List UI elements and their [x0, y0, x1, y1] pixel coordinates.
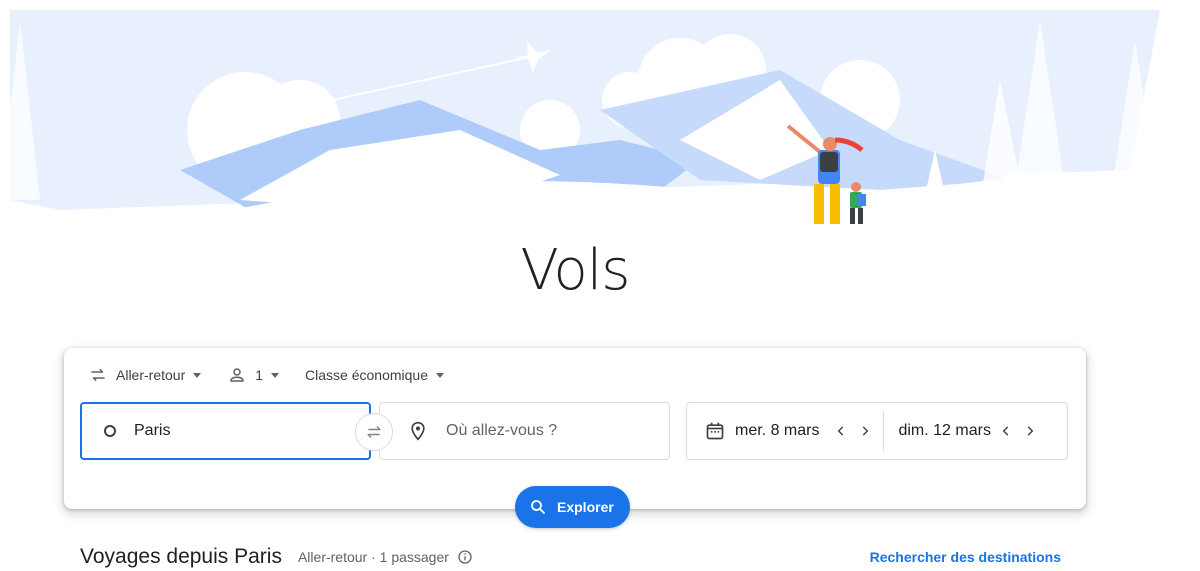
- chevron-down-icon: [193, 372, 202, 378]
- trip-options-row: Aller-retour 1 Classe économique: [88, 364, 470, 386]
- chevron-left-icon[interactable]: [994, 419, 1018, 443]
- cabin-class-dropdown[interactable]: Classe économique: [305, 367, 445, 383]
- hero-illustration: [0, 0, 1200, 250]
- dates-field: mer. 8 mars dim. 12 mars: [686, 402, 1068, 460]
- location-pin-icon: [408, 421, 428, 441]
- chevron-down-icon: [271, 372, 280, 378]
- origin-input[interactable]: [134, 422, 334, 440]
- passengers-count: 1: [255, 367, 264, 383]
- info-icon[interactable]: [457, 549, 473, 565]
- departure-date[interactable]: mer. 8 mars: [735, 422, 819, 440]
- trip-type-dropdown[interactable]: Aller-retour: [88, 365, 202, 385]
- calendar-icon: [705, 421, 725, 441]
- circle-origin-icon: [104, 425, 116, 437]
- trips-section-header: Voyages depuis Paris Aller-retour · 1 pa…: [80, 544, 1061, 570]
- flight-search-card: Aller-retour 1 Classe économique Paris O…: [64, 348, 1086, 528]
- trips-title: Voyages depuis Paris: [80, 545, 282, 568]
- swap-button[interactable]: [355, 413, 393, 451]
- person-icon: [227, 365, 247, 385]
- swap-icon: [364, 422, 384, 442]
- origin-field[interactable]: [80, 402, 371, 460]
- cabin-class-label: Classe économique: [305, 367, 429, 383]
- trip-type-label: Aller-retour: [116, 367, 186, 383]
- chevron-right-icon[interactable]: [853, 419, 877, 443]
- date-divider: [883, 411, 885, 451]
- chevron-right-icon[interactable]: [1018, 419, 1042, 443]
- search-destinations-link[interactable]: Rechercher des destinations: [870, 549, 1061, 565]
- chevron-left-icon[interactable]: [829, 419, 853, 443]
- page-title: Vols: [520, 238, 631, 303]
- destination-input[interactable]: [446, 422, 646, 440]
- explore-button[interactable]: Explorer: [515, 486, 630, 528]
- return-date[interactable]: dim. 12 mars: [898, 422, 994, 440]
- swap-arrows-icon: [88, 365, 108, 385]
- search-icon: [529, 498, 547, 516]
- trips-meta: Aller-retour · 1 passager: [298, 549, 473, 565]
- trips-meta-text: Aller-retour · 1 passager: [297, 549, 449, 565]
- passengers-dropdown[interactable]: 1: [227, 365, 280, 385]
- chevron-down-icon: [436, 372, 445, 378]
- explore-label: Explorer: [557, 499, 614, 515]
- destination-field[interactable]: [379, 402, 670, 460]
